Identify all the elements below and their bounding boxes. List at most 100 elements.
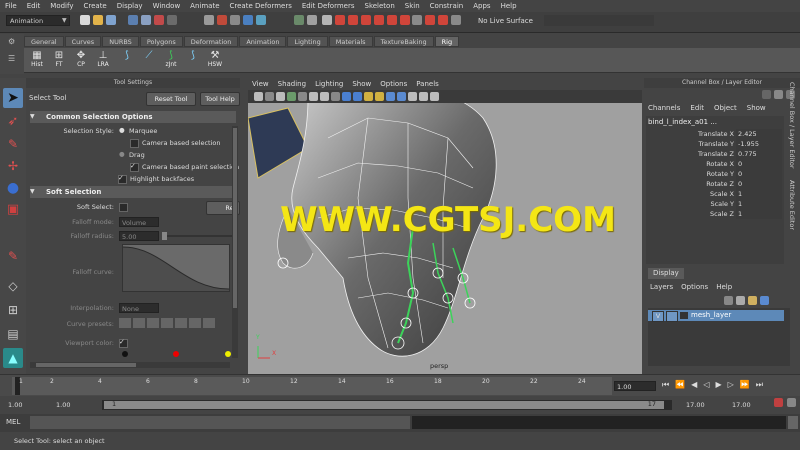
resolution-gate-icon[interactable] — [320, 92, 329, 101]
new-layer-icon[interactable] — [748, 296, 757, 305]
slider-handle[interactable] — [162, 232, 167, 240]
lasso-tool-icon[interactable]: ➶ — [3, 112, 23, 132]
playback-start-field[interactable]: 1.00 — [54, 400, 94, 410]
select-object-icon[interactable] — [141, 15, 151, 25]
current-frame-field[interactable]: 1.00 — [614, 381, 656, 391]
curve-preset-icon[interactable] — [175, 318, 187, 328]
outliner-layout-icon[interactable]: ▤ — [3, 324, 23, 344]
vp-menu-show[interactable]: Show — [348, 78, 376, 90]
vp-menu-shading[interactable]: Shading — [274, 78, 311, 90]
select-hierarchy-icon[interactable] — [128, 15, 138, 25]
layer-name[interactable]: mesh_layer — [691, 311, 731, 319]
shelf-button-ik[interactable]: ⟋ — [140, 50, 158, 70]
image-plane-icon[interactable] — [287, 92, 296, 101]
layer-down-icon[interactable] — [736, 296, 745, 305]
render-settings-icon[interactable] — [348, 15, 358, 25]
channel-row[interactable]: Translate Z 0.775 — [646, 149, 786, 159]
curve-preset-icon[interactable] — [119, 318, 131, 328]
tab-general[interactable]: General — [24, 36, 64, 47]
lock-camera-icon[interactable] — [265, 92, 274, 101]
script-editor-icon[interactable] — [788, 416, 798, 429]
lock-icon[interactable] — [167, 15, 177, 25]
four-pane-layout-icon[interactable]: ⊞ — [3, 300, 23, 320]
time-slider[interactable]: 1 2 4 6 8 10 12 14 16 18 20 22 24 1.00 ⏮… — [0, 374, 800, 397]
playback-end-field[interactable]: 17.00 — [684, 400, 724, 410]
ipr-render-icon[interactable] — [335, 15, 345, 25]
horizontal-scrollbar[interactable] — [30, 362, 230, 368]
layer-up-icon[interactable] — [724, 296, 733, 305]
bookmark-icon[interactable] — [276, 92, 285, 101]
range-bar[interactable]: 1 17 — [102, 400, 672, 410]
channel-row[interactable]: Translate X 2.425 — [646, 129, 786, 139]
menu-skeleton[interactable]: Skeleton — [360, 0, 400, 12]
vp-menu-view[interactable]: View — [248, 78, 274, 90]
channel-row[interactable]: Rotate Y0 — [646, 169, 786, 179]
layer-row[interactable]: V mesh_layer — [648, 310, 784, 322]
vp-menu-panels[interactable]: Panels — [412, 78, 444, 90]
tab-lighting[interactable]: Lighting — [287, 36, 328, 47]
tool-settings-scrollbar[interactable] — [232, 126, 238, 358]
layer-menu-layers[interactable]: Layers — [650, 283, 673, 291]
channel-row[interactable]: Scale X1 — [646, 189, 786, 199]
step-back-key-icon[interactable]: ⏪ — [675, 380, 685, 390]
xray-icon[interactable] — [412, 15, 422, 25]
menu-icon[interactable]: ☰ — [8, 54, 15, 63]
curve-preset-icon[interactable] — [133, 318, 145, 328]
channel-row[interactable]: Scale Y1 — [646, 199, 786, 209]
tab-rig[interactable]: Rig — [434, 36, 460, 47]
magnet-icon[interactable] — [425, 15, 435, 25]
move-tool-icon[interactable]: ✢ — [3, 156, 23, 176]
step-forward-key-icon[interactable]: ⏩ — [740, 380, 750, 390]
tab-curves[interactable]: Curves — [64, 36, 102, 47]
tab-display[interactable]: Display — [648, 268, 684, 279]
layer-color-icon[interactable] — [680, 312, 688, 319]
snap-view-icon[interactable] — [243, 15, 253, 25]
new-scene-icon[interactable] — [80, 15, 90, 25]
shelf-button-cp[interactable]: ✥ CP — [72, 50, 90, 70]
tab-materials[interactable]: Materials — [328, 36, 373, 47]
menu-apps[interactable]: Apps — [468, 0, 495, 12]
shelf-button-hist[interactable]: ▦ Hist — [28, 50, 46, 70]
marquee-radio[interactable]: ● — [119, 126, 125, 134]
timeline-track[interactable]: 1 2 4 6 8 10 12 14 16 18 20 22 24 — [12, 377, 612, 395]
input-ops-icon[interactable] — [307, 15, 317, 25]
shelf-button-ft[interactable]: ⊞ FT — [50, 50, 68, 70]
new-layer-selected-icon[interactable] — [760, 296, 769, 305]
tab-deformation[interactable]: Deformation — [183, 36, 239, 47]
preferences-icon[interactable] — [787, 398, 796, 407]
channel-row[interactable]: Scale Z1 — [646, 209, 786, 219]
symmetry-icon[interactable] — [438, 15, 448, 25]
color-swatch-black[interactable] — [122, 351, 128, 357]
snap-surface-icon[interactable] — [256, 15, 266, 25]
menu-edit-deformers[interactable]: Edit Deformers — [297, 0, 360, 12]
hypershade-icon[interactable] — [361, 15, 371, 25]
paint-select-icon[interactable]: ✎ — [3, 134, 23, 154]
select-tool-icon[interactable]: ➤ — [3, 88, 23, 108]
cb-menu-edit[interactable]: Edit — [690, 104, 704, 112]
animation-start-field[interactable]: 1.00 — [6, 400, 46, 410]
cb-menu-channels[interactable]: Channels — [648, 104, 680, 112]
tool-help-button[interactable]: Tool Help — [200, 92, 240, 106]
curve-preset-icon[interactable] — [203, 318, 215, 328]
menu-edit[interactable]: Edit — [22, 0, 46, 12]
curve-preset-icon[interactable] — [161, 318, 173, 328]
falloff-mode-select[interactable]: Volume — [119, 217, 159, 227]
falloff-curve-graph[interactable] — [122, 244, 230, 292]
menu-create[interactable]: Create — [78, 0, 111, 12]
auto-key-icon[interactable] — [774, 398, 783, 407]
wireframe-icon[interactable] — [342, 92, 351, 101]
open-scene-icon[interactable] — [93, 15, 103, 25]
menu-display[interactable]: Display — [112, 0, 148, 12]
soft-selection-section[interactable]: Soft Selection — [30, 186, 236, 198]
single-pane-layout-icon[interactable]: ◇ — [3, 276, 23, 296]
layer-menu-help[interactable]: Help — [716, 283, 732, 291]
layer-visibility-toggle[interactable]: V — [652, 311, 664, 322]
cb-menu-object[interactable]: Object — [714, 104, 737, 112]
snap-point-icon[interactable] — [230, 15, 240, 25]
lights-icon[interactable] — [375, 92, 384, 101]
step-back-icon[interactable]: ◀ — [691, 380, 697, 390]
tab-nurbs[interactable]: NURBS — [102, 36, 139, 47]
drag-radio[interactable]: ● — [119, 150, 125, 158]
play-back-icon[interactable]: ◁ — [703, 380, 709, 390]
side-tab-attribute-editor[interactable]: Attribute Editor — [788, 180, 796, 230]
